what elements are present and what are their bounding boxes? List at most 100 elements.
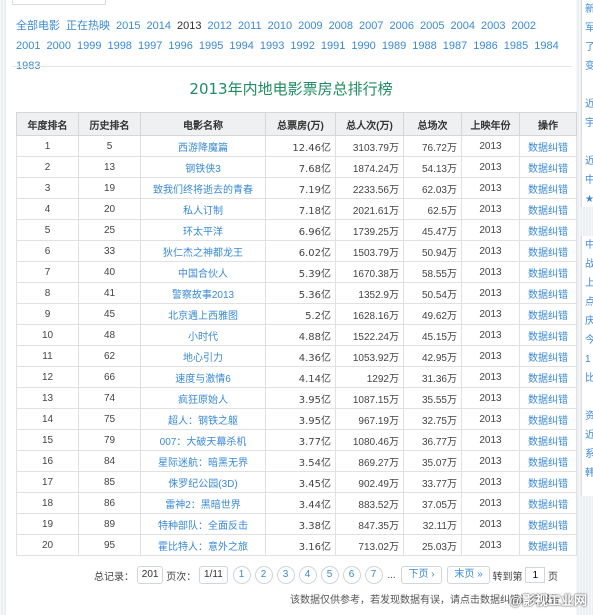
data-correction-link[interactable]: 数据纠错 [528, 374, 568, 385]
data-correction-link[interactable]: 数据纠错 [528, 311, 568, 322]
movie-title-link[interactable]: 北京遇上西雅图 [168, 311, 238, 322]
movie-title-link[interactable]: 007：大破天幕杀机 [160, 437, 247, 448]
year-link[interactable]: 1994 [229, 36, 253, 56]
sidebar-link-fragment[interactable]: 近 [582, 152, 593, 171]
year-link[interactable]: 2012 [207, 16, 231, 36]
movie-title-link[interactable]: 私人订制 [183, 206, 223, 217]
data-correction-link[interactable]: 数据纠错 [528, 437, 568, 448]
movie-title-link[interactable]: 特种部队：全面反击 [158, 521, 248, 532]
data-correction-link[interactable]: 数据纠错 [528, 500, 568, 511]
year-link[interactable]: 2013 [177, 16, 201, 36]
sidebar-link-fragment[interactable]: 上 [582, 274, 593, 293]
data-correction-link[interactable]: 数据纠错 [528, 164, 568, 175]
year-link[interactable]: 1998 [107, 36, 131, 56]
movie-title-link[interactable]: 致我们终将逝去的青春 [153, 185, 253, 196]
data-correction-link[interactable]: 数据纠错 [528, 521, 568, 532]
sidebar-link-fragment[interactable]: 点 [582, 293, 593, 312]
year-link[interactable]: 2004 [451, 16, 475, 36]
movie-title-link[interactable]: 环太平洋 [183, 227, 223, 238]
movie-title-link[interactable]: 雷神2：黑暗世界 [165, 500, 241, 511]
movie-title-link[interactable]: 狄仁杰之神都龙王 [163, 248, 243, 259]
movie-title-link[interactable]: 超人：钢铁之躯 [168, 416, 238, 427]
year-link[interactable]: 2003 [481, 16, 505, 36]
movie-title-link[interactable]: 星际迷航：暗黑无界 [158, 458, 248, 469]
year-link[interactable]: 2001 [16, 36, 40, 56]
year-link[interactable]: 1984 [534, 36, 558, 56]
year-link[interactable]: 1991 [321, 36, 345, 56]
sidebar-link-fragment[interactable]: 庆 [582, 312, 593, 331]
sidebar-link-fragment[interactable]: 比 [582, 369, 593, 388]
sidebar-link-fragment[interactable]: 了 [582, 38, 593, 57]
movie-title-link[interactable]: 速度与激情6 [175, 374, 231, 385]
movie-title-link[interactable]: 小时代 [188, 332, 218, 343]
year-link[interactable]: 2010 [268, 16, 292, 36]
last-page-button[interactable]: 末页 » [447, 566, 490, 584]
year-link[interactable]: 2014 [146, 16, 170, 36]
year-link[interactable]: 1989 [382, 36, 406, 56]
year-link[interactable]: 2011 [238, 16, 262, 36]
year-link[interactable]: 全部电影 [16, 16, 60, 36]
year-link[interactable]: 1988 [412, 36, 436, 56]
year-link[interactable]: 1990 [351, 36, 375, 56]
sidebar-link-fragment[interactable]: 系 [582, 445, 593, 464]
movie-title-link[interactable]: 钢铁侠3 [185, 164, 221, 175]
sidebar-link-fragment[interactable] [582, 133, 593, 152]
movie-title-link[interactable]: 侏罗纪公园(3D) [168, 479, 237, 490]
data-correction-link[interactable]: 数据纠错 [528, 206, 568, 217]
sidebar-link-fragment[interactable]: 军 [582, 19, 593, 38]
page-number-button[interactable]: 4 [298, 566, 317, 584]
data-correction-link[interactable]: 数据纠错 [528, 416, 568, 427]
movie-title-link[interactable]: 疯狂原始人 [178, 395, 228, 406]
data-correction-link[interactable]: 数据纠错 [528, 332, 568, 343]
sidebar-link-fragment[interactable]: 韩 [582, 464, 593, 483]
data-correction-link[interactable]: 数据纠错 [528, 290, 568, 301]
sidebar-link-fragment[interactable]: 1 [582, 350, 593, 369]
year-link[interactable]: 1996 [168, 36, 192, 56]
next-page-button[interactable]: 下页 › [401, 566, 442, 584]
sidebar-link-fragment[interactable]: 中 [582, 171, 593, 190]
sidebar-link-fragment[interactable]: ★ [582, 190, 593, 207]
year-link[interactable]: 正在热映 [66, 16, 110, 36]
year-link[interactable]: 2002 [511, 16, 535, 36]
data-correction-link[interactable]: 数据纠错 [528, 479, 568, 490]
sidebar-link-fragment[interactable]: 资 [582, 407, 593, 426]
page-number-button[interactable]: 3 [276, 566, 295, 584]
year-link[interactable]: 2007 [359, 16, 383, 36]
sidebar-link-fragment[interactable]: 近 [582, 426, 593, 445]
year-link[interactable]: 2008 [329, 16, 353, 36]
year-link[interactable]: 2000 [46, 36, 70, 56]
data-correction-link[interactable]: 数据纠错 [528, 395, 568, 406]
sidebar-link-fragment[interactable]: 新 [582, 0, 593, 19]
year-link[interactable]: 1995 [199, 36, 223, 56]
data-correction-link[interactable]: 数据纠错 [528, 542, 568, 553]
sidebar-link-fragment[interactable]: 中 [582, 236, 593, 255]
year-link[interactable]: 2005 [420, 16, 444, 36]
page-number-button[interactable]: 2 [254, 566, 273, 584]
movie-title-link[interactable]: 警察故事2013 [172, 290, 234, 301]
page-number-button[interactable]: 7 [364, 566, 383, 584]
year-link[interactable]: 1997 [138, 36, 162, 56]
movie-title-link[interactable]: 地心引力 [183, 353, 223, 364]
year-link[interactable]: 2015 [116, 16, 140, 36]
sidebar-link-fragment[interactable]: 变 [582, 57, 593, 76]
sidebar-link-fragment[interactable]: 宇 [582, 114, 593, 133]
page-number-button[interactable]: 6 [342, 566, 361, 584]
movie-title-link[interactable]: 霍比特人：意外之旅 [158, 542, 248, 553]
data-correction-link[interactable]: 数据纠错 [528, 143, 568, 154]
year-link[interactable]: 2006 [390, 16, 414, 36]
sidebar-link-fragment[interactable] [582, 76, 593, 95]
sidebar-link-fragment[interactable]: 近 [582, 95, 593, 114]
data-correction-link[interactable]: 数据纠错 [528, 248, 568, 259]
data-correction-link[interactable]: 数据纠错 [528, 353, 568, 364]
year-link[interactable]: 1999 [77, 36, 101, 56]
sidebar-link-fragment[interactable]: 战 [582, 255, 593, 274]
goto-page-input[interactable] [525, 567, 546, 583]
movie-title-link[interactable]: 西游降魔篇 [178, 143, 228, 154]
sidebar-link-fragment[interactable]: 今 [582, 331, 593, 350]
year-link[interactable]: 2009 [298, 16, 322, 36]
sidebar-link-fragment[interactable] [582, 388, 593, 407]
movie-title-link[interactable]: 中国合伙人 [178, 269, 228, 280]
page-number-button[interactable]: 5 [320, 566, 339, 584]
data-correction-link[interactable]: 数据纠错 [528, 269, 568, 280]
data-correction-link[interactable]: 数据纠错 [528, 227, 568, 238]
